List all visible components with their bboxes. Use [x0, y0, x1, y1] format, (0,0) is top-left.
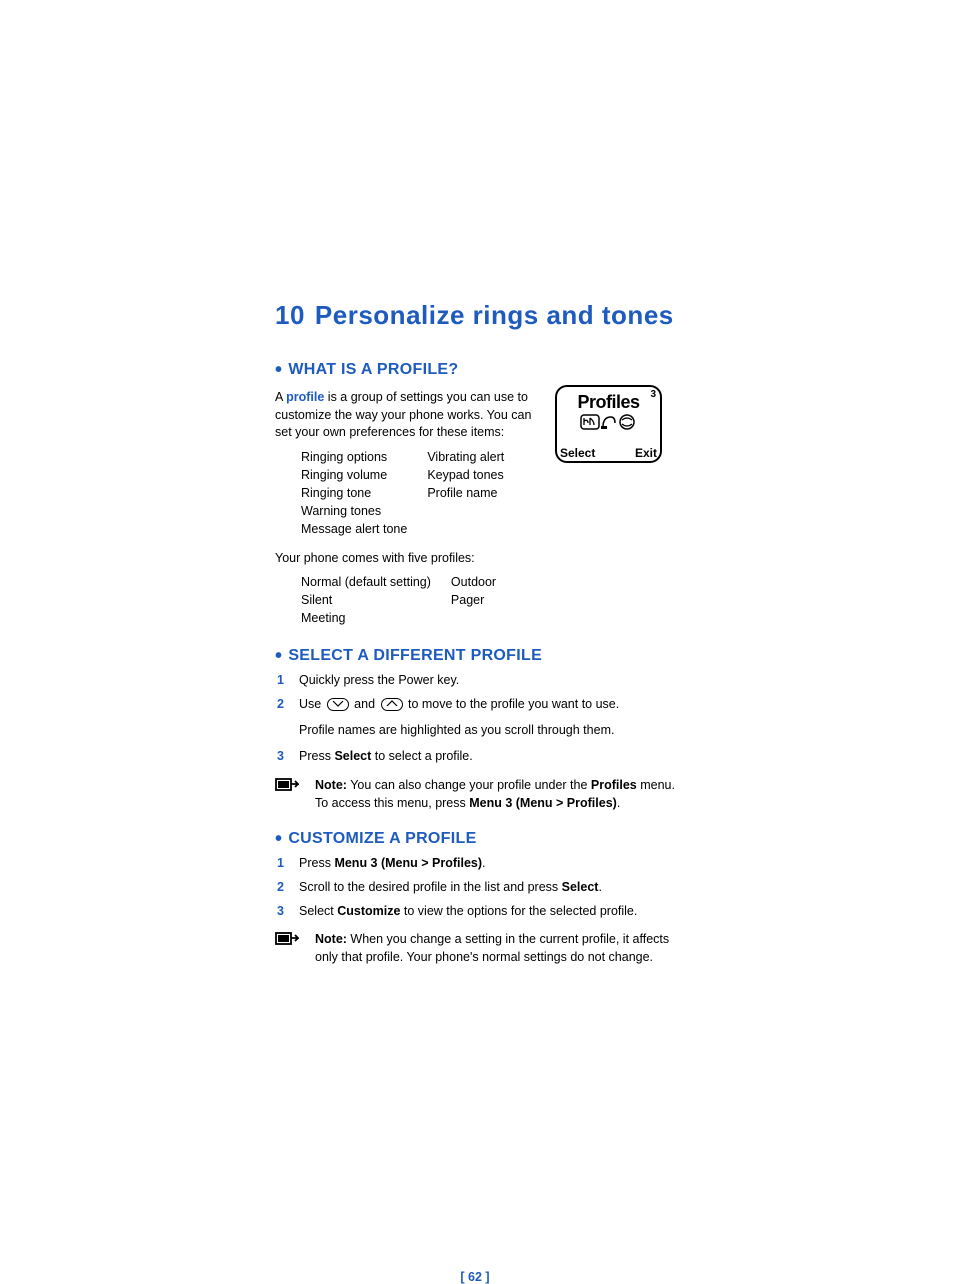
step-number: 1 — [275, 854, 299, 872]
phone-screen-illustration: 3 Profiles Select Exit — [555, 385, 662, 463]
section-heading-select-profile: •SELECT A DIFFERENT PROFILE — [275, 647, 675, 665]
screen-menu-index: 3 — [650, 389, 656, 400]
note-block: Note: When you change a setting in the c… — [275, 930, 675, 966]
screen-softkey-right: Exit — [635, 446, 657, 460]
chapter-number: 10 — [275, 300, 305, 330]
up-key-icon — [381, 698, 403, 711]
note-icon — [275, 932, 299, 950]
screen-title: Profiles — [561, 392, 656, 413]
step-number: 1 — [275, 671, 299, 689]
bullet-icon: • — [275, 645, 282, 667]
bullet-icon: • — [275, 828, 282, 850]
profile-term: profile — [286, 390, 324, 404]
chapter-title: 10 Personalize rings and tones — [275, 300, 675, 331]
note-label: Note: — [315, 778, 347, 792]
step-3: 3 Select Customize to view the options f… — [275, 902, 675, 920]
step-2-sub: Profile names are highlighted as you scr… — [299, 721, 675, 739]
step-1: 1 Press Menu 3 (Menu > Profiles). — [275, 854, 675, 872]
page-number: [ 62 ] — [275, 1270, 675, 1284]
note-label: Note: — [315, 932, 347, 946]
screen-softkey-left: Select — [560, 446, 595, 460]
section-heading-customize-profile: •CUSTOMIZE A PROFILE — [275, 830, 675, 848]
step-number: 2 — [275, 878, 299, 896]
step-number: 2 — [275, 695, 299, 713]
note-block: Note: You can also change your profile u… — [275, 776, 675, 812]
profiles-list-table: Normal (default setting)Outdoor SilentPa… — [299, 573, 516, 629]
bullet-icon: • — [275, 359, 282, 381]
step-number: 3 — [275, 902, 299, 920]
screen-icons — [561, 411, 656, 438]
profile-intro-text: A profile is a group of settings you can… — [275, 389, 537, 442]
step-2: 2 Use and to move to the profile you wan… — [275, 695, 675, 713]
step-2: 2 Scroll to the desired profile in the l… — [275, 878, 675, 896]
down-key-icon — [327, 698, 349, 711]
step-3: 3 Press Select to select a profile. — [275, 747, 675, 765]
five-profiles-text: Your phone comes with five profiles: — [275, 550, 675, 568]
note-icon — [275, 778, 299, 796]
chapter-title-text: Personalize rings and tones — [315, 300, 674, 330]
step-1: 1 Quickly press the Power key. — [275, 671, 675, 689]
settings-list-table: Ringing optionsVibrating alert Ringing v… — [299, 448, 524, 540]
step-number: 3 — [275, 747, 299, 765]
section-heading-what-is-profile: •WHAT IS A PROFILE? — [275, 361, 675, 379]
